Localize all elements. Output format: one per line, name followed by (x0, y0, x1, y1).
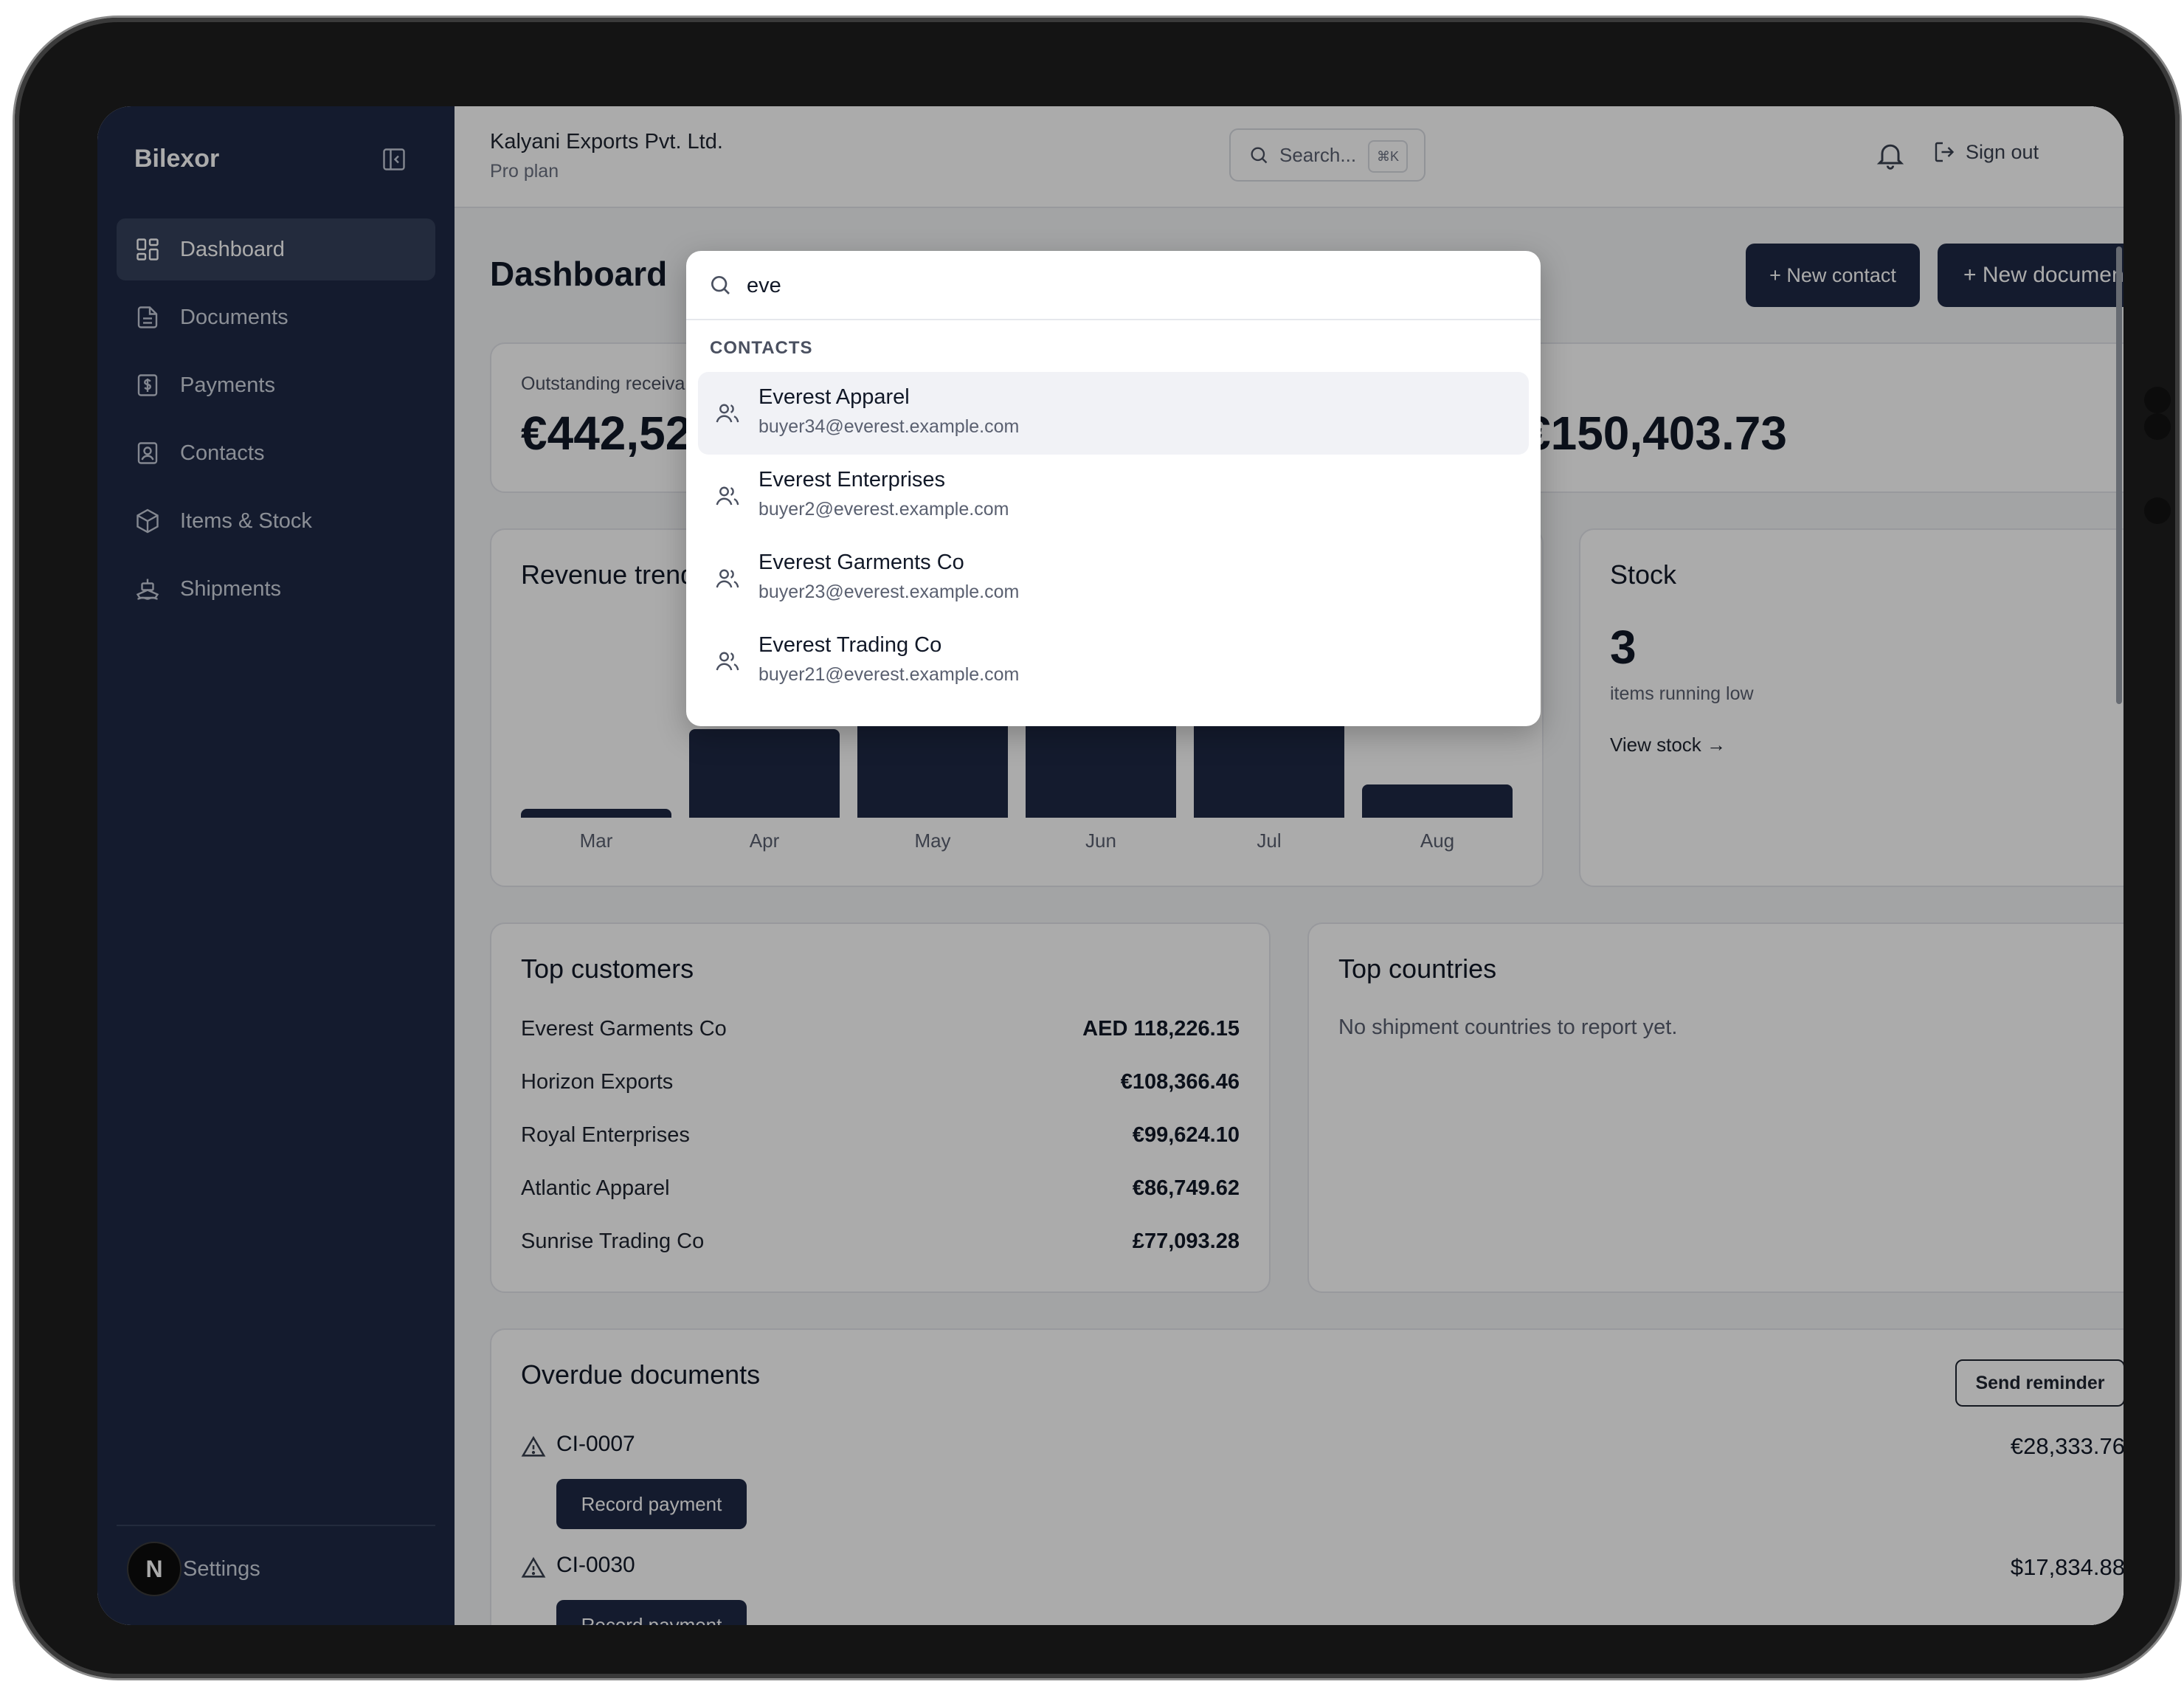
contact-result[interactable]: Everest Garments Co buyer23@everest.exam… (698, 537, 1529, 620)
users-icon (716, 652, 739, 671)
contact-result[interactable]: Everest Apparel buyer34@everest.example.… (698, 372, 1529, 455)
contact-name: Everest Apparel (758, 385, 910, 409)
users-icon (716, 486, 739, 506)
contact-name: Everest Garments Co (758, 551, 964, 574)
sensor-dot (2144, 497, 2171, 524)
app-screen: Bilexor Dashboard Documents Payments Con… (97, 106, 2123, 1625)
contact-result[interactable]: Everest Trading Co buyer21@everest.examp… (698, 620, 1529, 703)
command-palette: CONTACTS Everest Apparel buyer34@everest… (686, 251, 1541, 726)
palette-search-input[interactable] (745, 266, 1516, 306)
contact-email: buyer21@everest.example.com (758, 664, 1020, 685)
contact-email: buyer2@everest.example.com (758, 499, 1009, 520)
users-icon (716, 569, 739, 588)
tablet-frame: Bilexor Dashboard Documents Payments Con… (15, 18, 2180, 1678)
results-group-label: CONTACTS (710, 338, 813, 358)
contact-name: Everest Enterprises (758, 468, 946, 492)
palette-search-row (686, 251, 1541, 320)
users-icon (716, 404, 739, 423)
contact-email: buyer34@everest.example.com (758, 416, 1020, 437)
camera-dot (2144, 387, 2171, 413)
sensor-dot (2144, 413, 2171, 440)
contact-result[interactable]: Everest Enterprises buyer2@everest.examp… (698, 455, 1529, 537)
contact-email: buyer23@everest.example.com (758, 582, 1020, 602)
search-icon (711, 276, 730, 294)
contact-name: Everest Trading Co (758, 633, 942, 657)
